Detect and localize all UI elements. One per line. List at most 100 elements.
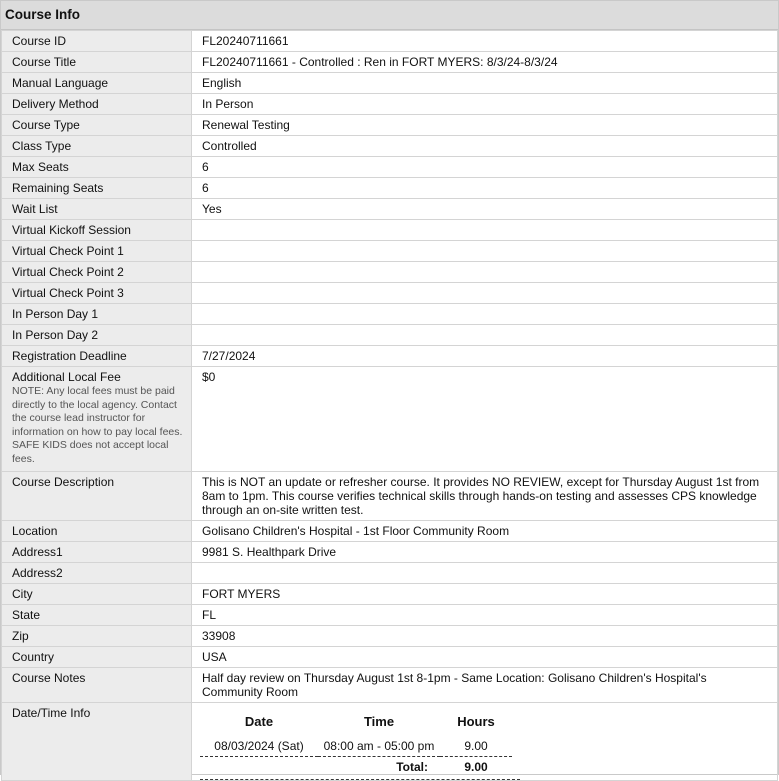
datetime-header-row: Date Time Hours: [200, 712, 512, 737]
row-label: Course ID: [1, 30, 192, 52]
row-label: Course Description: [1, 471, 192, 521]
local-fee-note: NOTE: Any local fees must be paid direct…: [12, 385, 183, 465]
row-label: Course Title: [1, 51, 192, 73]
datetime-cell: Date Time Hours 08/03/2024 (Sat) 08:00 a…: [191, 702, 778, 781]
row-label: Virtual Check Point 2: [1, 261, 192, 283]
table-row: State FL: [1, 604, 778, 626]
row-value: This is NOT an update or refresher cours…: [202, 475, 760, 517]
row-value: [191, 324, 778, 346]
row-label: Course Type: [1, 114, 192, 136]
row-value: FL20240711661 - Controlled : Ren in FORT…: [191, 51, 778, 73]
table-row: Virtual Check Point 2: [1, 261, 778, 283]
table-row: Virtual Check Point 1: [1, 240, 778, 262]
session-date: 08/03/2024 (Sat): [200, 737, 318, 757]
datetime-total-row: Total: 9.00: [200, 757, 512, 778]
row-value: FORT MYERS: [191, 583, 778, 605]
table-row: Address2: [1, 562, 778, 584]
row-label: Virtual Kickoff Session: [1, 219, 192, 241]
row-value: English: [191, 72, 778, 94]
row-value: Controlled: [191, 135, 778, 157]
table-row: Additional Local Fee NOTE: Any local fee…: [1, 366, 778, 472]
row-value: Yes: [191, 198, 778, 220]
row-label: Virtual Check Point 1: [1, 240, 192, 262]
row-label: City: [1, 583, 192, 605]
row-label: Address2: [1, 562, 192, 584]
table-row: Course Description This is NOT an update…: [1, 471, 778, 521]
table-row: In Person Day 1: [1, 303, 778, 325]
row-value: [191, 282, 778, 304]
table-row: Date/Time Info Date Time Hours 08/03/202…: [1, 702, 778, 781]
table-row: Virtual Kickoff Session: [1, 219, 778, 241]
table-row: Registration Deadline 7/27/2024: [1, 345, 778, 367]
time-header: Time: [363, 714, 395, 729]
row-label: Wait List: [1, 198, 192, 220]
row-value: FL20240711661: [191, 30, 778, 52]
session-hours: 9.00: [440, 737, 512, 757]
table-row: Address1 9981 S. Healthpark Drive: [1, 541, 778, 563]
table-row: Class Type Controlled: [1, 135, 778, 157]
hours-header: Hours: [457, 714, 495, 729]
row-value: $0: [191, 366, 778, 472]
row-value: [191, 261, 778, 283]
total-label: Total:: [396, 760, 428, 774]
course-info-table: Course ID FL20240711661 Course Title FL2…: [1, 30, 778, 781]
table-row: Course Title FL20240711661 - Controlled …: [1, 51, 778, 73]
row-label: Location: [1, 520, 192, 542]
row-value: In Person: [191, 93, 778, 115]
row-label: Registration Deadline: [1, 345, 192, 367]
table-row: City FORT MYERS: [1, 583, 778, 605]
row-label: Delivery Method: [1, 93, 192, 115]
row-label: Additional Local Fee: [12, 370, 121, 384]
row-value: [191, 562, 778, 584]
table-row: Remaining Seats 6: [1, 177, 778, 199]
date-header: Date: [244, 714, 274, 729]
total-divider: [200, 779, 520, 780]
row-value: 9981 S. Healthpark Drive: [191, 541, 778, 563]
row-value: 7/27/2024: [191, 345, 778, 367]
table-row: Delivery Method In Person: [1, 93, 778, 115]
row-label: Manual Language: [1, 72, 192, 94]
row-label-with-note: Additional Local Fee NOTE: Any local fee…: [1, 366, 192, 472]
row-label: In Person Day 1: [1, 303, 192, 325]
table-row: Max Seats 6: [1, 156, 778, 178]
row-label: Max Seats: [1, 156, 192, 178]
row-value: USA: [191, 646, 778, 668]
course-notes-value: Half day review on Thursday August 1st 8…: [191, 667, 778, 703]
row-value: Half day review on Thursday August 1st 8…: [202, 671, 707, 699]
table-row: In Person Day 2: [1, 324, 778, 346]
row-value: 33908: [191, 625, 778, 647]
course-info-panel: Course Info Course ID FL20240711661 Cour…: [0, 0, 779, 781]
panel-title: Course Info: [1, 1, 778, 30]
course-description-value: This is NOT an update or refresher cours…: [191, 471, 778, 521]
datetime-row: 08/03/2024 (Sat) 08:00 am - 05:00 pm 9.0…: [200, 737, 512, 757]
session-time: 08:00 am - 05:00 pm: [318, 737, 440, 757]
datetime-table: Date Time Hours 08/03/2024 (Sat) 08:00 a…: [200, 712, 512, 777]
table-row: Zip 33908: [1, 625, 778, 647]
table-row: Location Golisano Children's Hospital - …: [1, 520, 778, 542]
row-value: 6: [191, 156, 778, 178]
row-value: FL: [191, 604, 778, 626]
table-row: Manual Language English: [1, 72, 778, 94]
table-row: Virtual Check Point 3: [1, 282, 778, 304]
total-value: 9.00: [464, 760, 488, 774]
table-row: Course ID FL20240711661: [1, 30, 778, 52]
row-value: [191, 219, 778, 241]
table-row: Country USA: [1, 646, 778, 668]
row-label: Country: [1, 646, 192, 668]
row-label: Date/Time Info: [1, 702, 192, 781]
row-label: Zip: [1, 625, 192, 647]
row-label: Remaining Seats: [1, 177, 192, 199]
row-label: State: [1, 604, 192, 626]
row-value: [191, 303, 778, 325]
table-row: Course Type Renewal Testing: [1, 114, 778, 136]
row-value: [191, 240, 778, 262]
row-label: Class Type: [1, 135, 192, 157]
row-value: 6: [191, 177, 778, 199]
row-label: In Person Day 2: [1, 324, 192, 346]
total-spacer: [200, 757, 318, 778]
row-label: Virtual Check Point 3: [1, 282, 192, 304]
table-row: Wait List Yes: [1, 198, 778, 220]
datetime-wrap: Date Time Hours 08/03/2024 (Sat) 08:00 a…: [192, 706, 777, 780]
table-row: Course Notes Half day review on Thursday…: [1, 667, 778, 703]
row-label: Address1: [1, 541, 192, 563]
